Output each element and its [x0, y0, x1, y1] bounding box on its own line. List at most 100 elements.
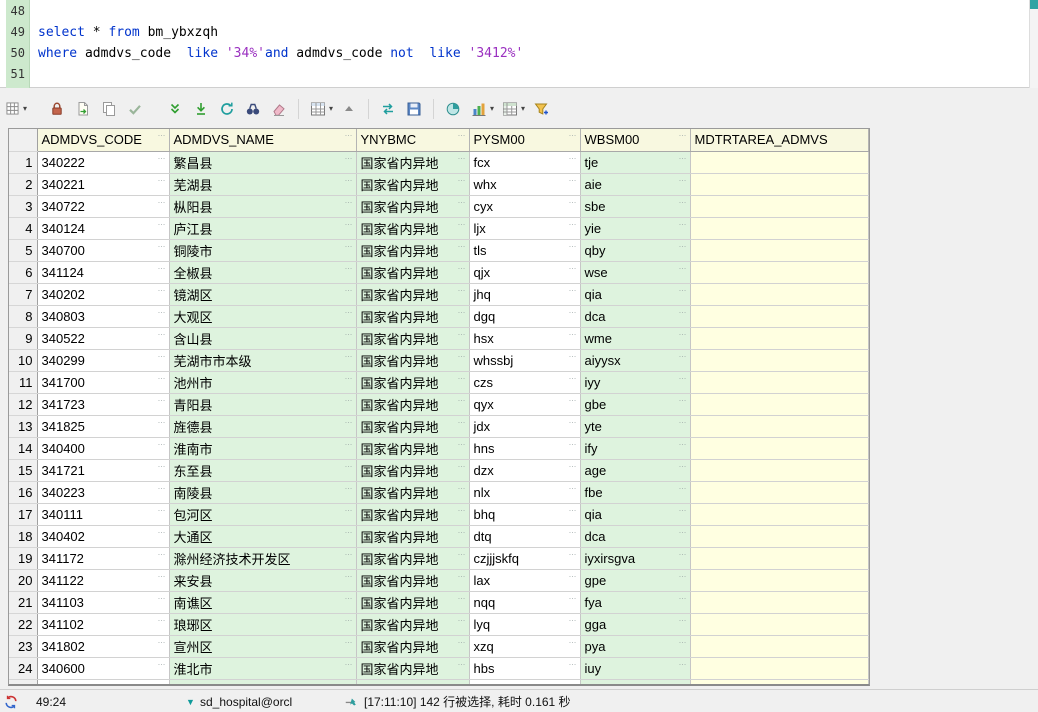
- row-number[interactable]: 6: [9, 261, 37, 283]
- table-cell[interactable]: 池州市…: [169, 371, 356, 393]
- table-cell[interactable]: 琅琊区…: [169, 613, 356, 635]
- row-number[interactable]: 17: [9, 503, 37, 525]
- commit-check-icon[interactable]: [125, 99, 145, 119]
- table-cell[interactable]: 341621…: [37, 679, 169, 686]
- table-cell[interactable]: 国家省内异地…: [356, 349, 469, 371]
- table-row[interactable]: 20341122…来安县…国家省内异地…lax…gpe…: [9, 569, 868, 591]
- column-header-admdvs_code[interactable]: ADMDVS_CODE…: [37, 129, 169, 151]
- table-row[interactable]: 12341723…青阳县…国家省内异地…qyx…gbe…: [9, 393, 868, 415]
- table-cell[interactable]: wme…: [580, 327, 690, 349]
- table-cell[interactable]: 340722…: [37, 195, 169, 217]
- table-cell[interactable]: jdx…: [469, 415, 580, 437]
- table-cell[interactable]: sbe…: [580, 195, 690, 217]
- table-cell[interactable]: czs…: [469, 371, 580, 393]
- table-cell[interactable]: 国家省内异地…: [356, 283, 469, 305]
- dock-grid-icon[interactable]: [2, 99, 22, 119]
- table-cell[interactable]: 国家省内异地…: [356, 261, 469, 283]
- table-cell[interactable]: 枞阳县…: [169, 195, 356, 217]
- table-row[interactable]: 8340803…大观区…国家省内异地…dgq…dca…: [9, 305, 868, 327]
- table-cell[interactable]: dca…: [580, 525, 690, 547]
- table-cell[interactable]: bhq…: [469, 503, 580, 525]
- table-cell[interactable]: 大观区…: [169, 305, 356, 327]
- table-cell[interactable]: aiyysx…: [580, 349, 690, 371]
- fetch-next-icon[interactable]: [165, 99, 185, 119]
- export-file-icon[interactable]: [73, 99, 93, 119]
- connection-name[interactable]: sd_hospital@orcl: [200, 690, 292, 712]
- table-cell[interactable]: [690, 635, 868, 657]
- table-cell[interactable]: 国家省内异地…: [356, 547, 469, 569]
- table-cell[interactable]: [690, 327, 868, 349]
- table-cell[interactable]: ify…: [580, 437, 690, 459]
- sql-editor[interactable]: 4849select * from bm_ybxzqh50where admdv…: [0, 0, 1038, 88]
- table-cell[interactable]: ljx…: [469, 217, 580, 239]
- table-cell[interactable]: [690, 613, 868, 635]
- table-cell[interactable]: 国家省内异地…: [356, 459, 469, 481]
- table-cell[interactable]: [690, 283, 868, 305]
- table-cell[interactable]: 340124…: [37, 217, 169, 239]
- erase-icon[interactable]: [269, 99, 289, 119]
- dropdown-caret-icon[interactable]: ▾: [23, 104, 27, 113]
- compare-icon[interactable]: [378, 99, 398, 119]
- table-cell[interactable]: 芜湖县…: [169, 173, 356, 195]
- table-cell[interactable]: [690, 371, 868, 393]
- table-cell[interactable]: 来安县…: [169, 569, 356, 591]
- table-row[interactable]: 13341825…旌德县…国家省内异地…jdx…yte…: [9, 415, 868, 437]
- table-cell[interactable]: 340111…: [37, 503, 169, 525]
- table-cell[interactable]: 国家省内异地…: [356, 591, 469, 613]
- table-cell[interactable]: [690, 547, 868, 569]
- table-cell[interactable]: 全椒县…: [169, 261, 356, 283]
- table-cell[interactable]: [690, 591, 868, 613]
- table-cell[interactable]: lyq…: [469, 613, 580, 635]
- table-cell[interactable]: 国家省内异地…: [356, 657, 469, 679]
- pie-chart-icon[interactable]: [443, 99, 463, 119]
- table-cell[interactable]: 国家省内异地…: [356, 437, 469, 459]
- row-number[interactable]: 1: [9, 151, 37, 173]
- table-cell[interactable]: pya…: [580, 635, 690, 657]
- table-row[interactable]: 17340111…包河区…国家省内异地…bhq…qia…: [9, 503, 868, 525]
- editor-scrollbar-thumb[interactable]: [1030, 0, 1038, 9]
- row-number[interactable]: 4: [9, 217, 37, 239]
- table-cell[interactable]: 340223…: [37, 481, 169, 503]
- table-cell[interactable]: 滁州经济技术开发区…: [169, 547, 356, 569]
- table-cell[interactable]: iyy…: [580, 371, 690, 393]
- table-cell[interactable]: [690, 657, 868, 679]
- table-cell[interactable]: whssbj…: [469, 349, 580, 371]
- table-cell[interactable]: 340700…: [37, 239, 169, 261]
- filter-icon[interactable]: [531, 99, 551, 119]
- table-cell[interactable]: [690, 393, 868, 415]
- table-cell[interactable]: [690, 503, 868, 525]
- table-cell[interactable]: age…: [580, 459, 690, 481]
- fetch-all-icon[interactable]: [191, 99, 211, 119]
- editor-lines[interactable]: 4849select * from bm_ybxzqh50where admdv…: [6, 1, 1024, 85]
- row-number[interactable]: 19: [9, 547, 37, 569]
- table-cell[interactable]: [690, 525, 868, 547]
- bar-chart-icon[interactable]: [469, 99, 489, 119]
- table-cell[interactable]: 国家省内异地…: [356, 151, 469, 173]
- table-cell[interactable]: [690, 349, 868, 371]
- table-cell[interactable]: nqq…: [469, 591, 580, 613]
- table-cell[interactable]: yte…: [580, 415, 690, 437]
- table-cell[interactable]: 国家省内异地…: [356, 371, 469, 393]
- table-cell[interactable]: [690, 437, 868, 459]
- table-cell[interactable]: [690, 481, 868, 503]
- row-number[interactable]: 25: [9, 679, 37, 686]
- table-cell[interactable]: 东至县…: [169, 459, 356, 481]
- grid-corner[interactable]: [9, 129, 37, 151]
- table-cell[interactable]: dtq…: [469, 525, 580, 547]
- table-cell[interactable]: jhq…: [469, 283, 580, 305]
- row-number[interactable]: 8: [9, 305, 37, 327]
- row-number[interactable]: 12: [9, 393, 37, 415]
- table-cell[interactable]: [690, 679, 868, 686]
- row-number[interactable]: 22: [9, 613, 37, 635]
- table-cell[interactable]: 淮南市…: [169, 437, 356, 459]
- table-cell[interactable]: 国家省内异地…: [356, 679, 469, 686]
- table-cell[interactable]: 国家省内异地…: [356, 525, 469, 547]
- table-cell[interactable]: hbs…: [469, 657, 580, 679]
- pivot-table-icon[interactable]: [500, 99, 520, 119]
- row-number[interactable]: 11: [9, 371, 37, 393]
- table-cell[interactable]: 341721…: [37, 459, 169, 481]
- table-cell[interactable]: 南谯区…: [169, 591, 356, 613]
- refresh-icon[interactable]: [217, 99, 237, 119]
- table-cell[interactable]: 340222…: [37, 151, 169, 173]
- table-cell[interactable]: 341172…: [37, 547, 169, 569]
